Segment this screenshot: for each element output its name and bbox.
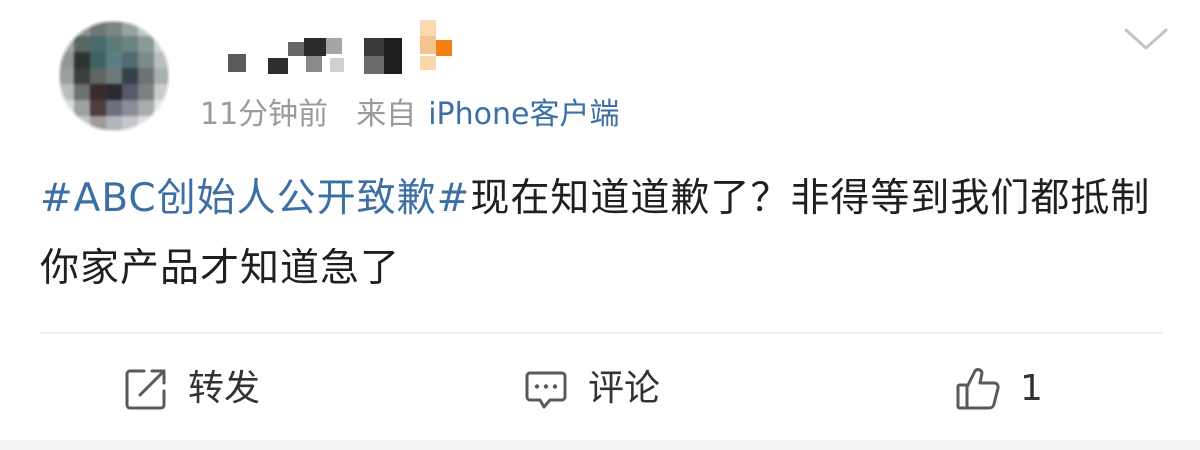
source-client-link[interactable]: iPhone客户端 [428, 97, 619, 132]
comment-label: 评论 [588, 368, 661, 409]
post-time: 11分钟前 [200, 97, 329, 132]
post-meta: 11分钟前 来自 iPhone客户端 [200, 94, 619, 136]
obscured-username[interactable] [226, 20, 466, 80]
topic-hashtag-link[interactable]: #ABC创始人公开致歉# [40, 176, 470, 221]
like-count: 1 [1020, 368, 1043, 409]
repost-button[interactable]: 转发 [122, 360, 260, 418]
thumbs-up-icon [954, 365, 1002, 413]
source-prefix: 来自 [356, 97, 417, 132]
like-button[interactable]: 1 [954, 360, 1043, 418]
weibo-post-card: 11分钟前 来自 iPhone客户端 #ABC创始人公开致歉#现在知道道歉了？非得等… [0, 0, 1200, 450]
post-content: #ABC创始人公开致歉#现在知道道歉了？非得等到我们都抵制你家产品才知道急了 [40, 164, 1160, 304]
repost-icon [122, 365, 170, 413]
repost-label: 转发 [188, 368, 261, 409]
avatar[interactable] [58, 20, 170, 132]
divider [40, 332, 1162, 334]
card-bottom-separator [0, 440, 1200, 450]
comment-button[interactable]: 评论 [522, 360, 660, 418]
comment-icon [522, 365, 570, 413]
chevron-down-icon[interactable] [1120, 22, 1172, 56]
